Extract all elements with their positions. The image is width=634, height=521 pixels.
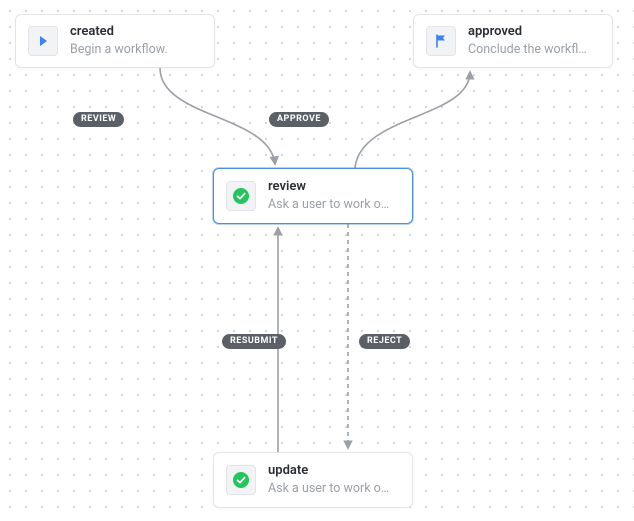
edge-created-review [160,68,275,164]
check-circle-icon [226,181,256,211]
node-desc: Ask a user to work o… [268,481,400,497]
node-title: review [268,179,400,195]
node-title: created [70,24,202,40]
workflow-canvas[interactable]: created Begin a workflow. approved Concl… [0,0,634,521]
play-icon [28,26,58,56]
node-update[interactable]: update Ask a user to work o… [213,452,413,508]
node-review[interactable]: review Ask a user to work o… [213,168,413,224]
node-title: approved [468,24,600,40]
edge-label-reject[interactable]: REJECT [359,334,410,349]
node-approved[interactable]: approved Conclude the workfl… [413,14,613,68]
node-desc: Conclude the workfl… [468,42,600,58]
node-desc: Ask a user to work o… [268,197,400,213]
edges-layer [0,0,634,521]
check-circle-icon [226,465,256,495]
edge-review-approved [355,72,470,168]
edge-label-review[interactable]: REVIEW [73,112,124,127]
edge-label-resubmit[interactable]: RESUBMIT [222,334,286,349]
node-desc: Begin a workflow. [70,42,202,58]
node-created[interactable]: created Begin a workflow. [15,14,215,68]
flag-icon [426,26,456,56]
edge-label-approve[interactable]: APPROVE [269,112,329,127]
node-title: update [268,463,400,479]
